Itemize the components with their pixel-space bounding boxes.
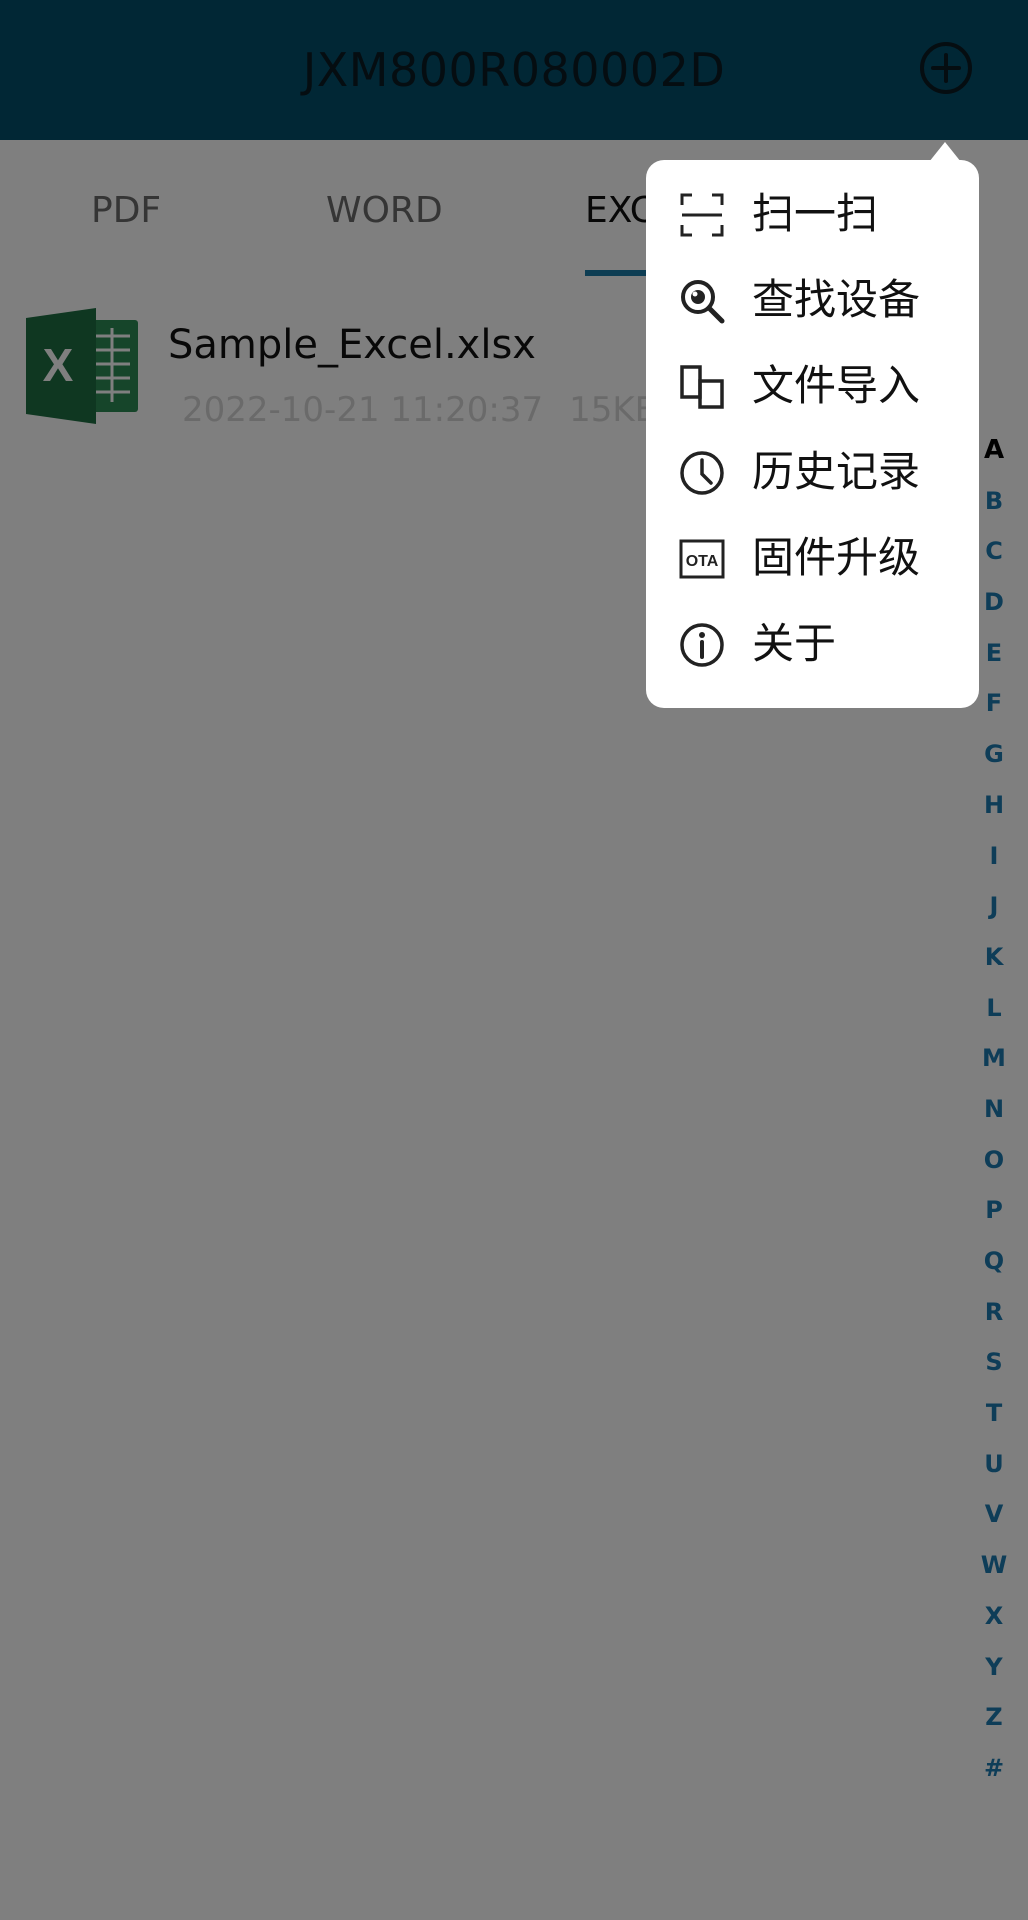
menu-label: 固件升级 [752,533,921,582]
svg-text:OTA: OTA [686,553,719,570]
menu-label: 扫一扫 [752,189,879,238]
file-import-icon [680,365,724,409]
menu-label: 查找设备 [752,275,921,324]
more-menu-popup: 扫一扫 查找设备 文件导入 历史记录 OTA 固件升级 关于 [646,160,979,708]
find-device-icon [681,280,725,324]
menu-item-history[interactable]: 历史记录 [646,430,979,516]
ota-icon: OTA [679,539,725,579]
info-icon [680,623,724,667]
menu-item-about[interactable]: 关于 [646,602,979,688]
menu-item-find-device[interactable]: 查找设备 [646,258,979,344]
menu-item-file-import[interactable]: 文件导入 [646,344,979,430]
menu-item-ota[interactable]: OTA 固件升级 [646,516,979,602]
menu-label: 关于 [752,619,837,668]
scan-icon [680,193,724,237]
menu-item-scan[interactable]: 扫一扫 [646,172,979,258]
menu-label: 文件导入 [752,361,921,410]
app-screen: JXM800R080002D PDF WORD EXCEL X [0,0,1028,1920]
popup-arrow [929,142,961,162]
history-clock-icon [680,451,724,495]
menu-label: 历史记录 [752,447,921,496]
